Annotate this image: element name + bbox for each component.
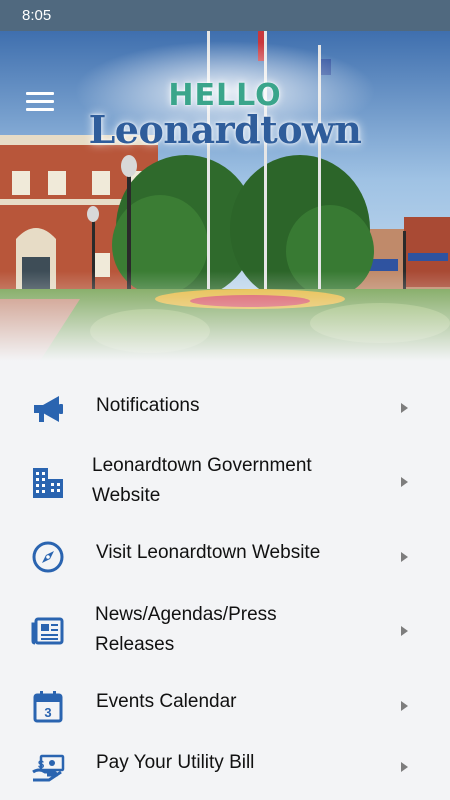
logo-town-text: Leonardtown [88, 107, 362, 152]
status-bar: 8:05 [0, 0, 450, 31]
bill-payment-icon: $ [32, 754, 65, 782]
svg-text:3: 3 [44, 705, 51, 720]
menu-item-pay-utility-bill[interactable]: $ Pay Your Utility Bill [0, 744, 450, 790]
menu-item-news[interactable]: News/Agendas/Press Releases [0, 599, 450, 663]
compass-icon [32, 541, 64, 573]
svg-text:$: $ [38, 759, 44, 771]
menu-item-events-calendar[interactable]: 3 Events Calendar [0, 683, 450, 729]
newspaper-icon [31, 617, 64, 645]
menu-item-label: News/Agendas/Press Releases [95, 604, 277, 655]
menu-item-government-website[interactable]: Leonardtown Government Website [0, 450, 450, 514]
chevron-right-icon [401, 552, 408, 562]
chevron-right-icon [401, 626, 408, 636]
calendar-icon: 3 [33, 691, 63, 723]
megaphone-icon [34, 396, 63, 422]
chevron-right-icon [401, 762, 408, 772]
menu-item-label: Visit Leonardtown Website [96, 542, 321, 563]
status-time: 8:05 [22, 7, 52, 24]
menu-item-label: Pay Your Utility Bill [96, 752, 255, 773]
menu-item-label: Leonardtown Government Website [92, 455, 312, 506]
menu-item-label: Notifications [96, 395, 200, 416]
header-banner: HELLO Leonardtown [0, 31, 450, 361]
building-icon [33, 468, 63, 498]
chevron-right-icon [401, 403, 408, 413]
chevron-right-icon [401, 701, 408, 711]
menu-item-notifications[interactable]: Notifications [0, 385, 450, 435]
chevron-right-icon [401, 477, 408, 487]
menu-item-label: Events Calendar [96, 691, 237, 712]
menu-item-visit-website[interactable]: Visit Leonardtown Website [0, 534, 450, 580]
